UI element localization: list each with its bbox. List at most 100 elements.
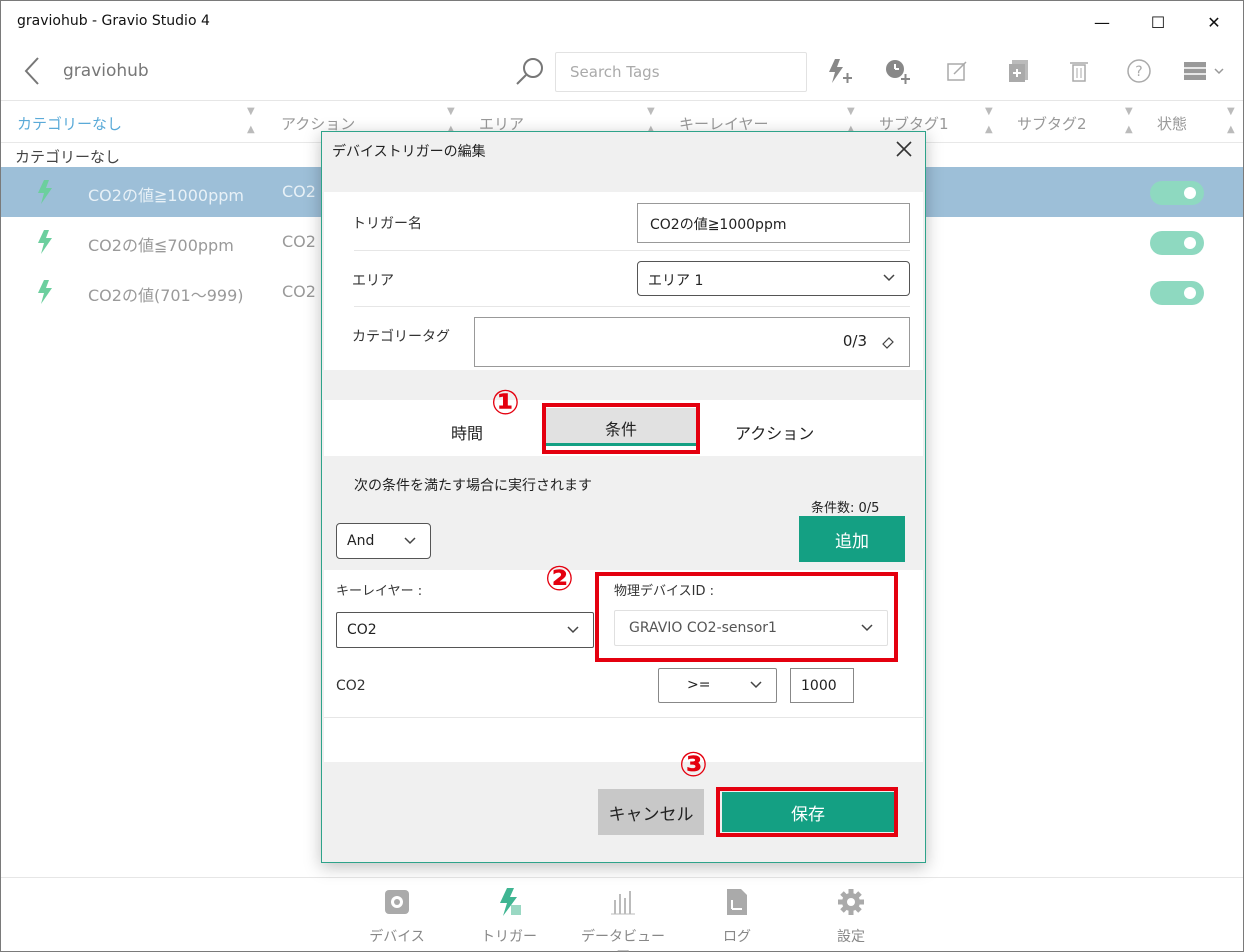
highlight-box-save — [716, 787, 898, 837]
highlight-box-device-id — [595, 572, 898, 662]
trigger-name: CO2の値(701～999) — [88, 286, 244, 305]
area-select-value: エリア 1 — [648, 273, 704, 289]
back-arrow-icon[interactable] — [21, 55, 45, 87]
nav-label: 設定 — [837, 929, 865, 945]
category-tag-input[interactable]: 0/3 — [474, 317, 910, 367]
sort-arrows-icon[interactable]: ▼ ▲ — [1125, 103, 1133, 139]
trigger-bolt-icon — [35, 229, 55, 259]
column-header-category[interactable]: カテゴリーなし — [17, 113, 122, 134]
cancel-button[interactable]: キャンセル — [598, 789, 704, 835]
trigger-icon — [464, 884, 554, 920]
category-tag-count: 0/3 — [842, 332, 867, 350]
add-schedule-icon[interactable] — [881, 55, 913, 87]
tabs-top-band — [324, 370, 923, 400]
area-select[interactable]: エリア 1 — [637, 261, 910, 296]
settings-icon — [806, 884, 896, 920]
app-window: graviohub - Gravio Studio 4 — ☐ ✕ gravio… — [0, 0, 1244, 952]
column-header-subtag2[interactable]: サブタグ2 — [1017, 113, 1087, 134]
toggle-knob — [1184, 287, 1196, 299]
operator-select[interactable]: >= — [658, 668, 777, 703]
title-bar: graviohub - Gravio Studio 4 — ☐ ✕ — [1, 1, 1243, 43]
key-layer-value: CO2 — [347, 622, 377, 638]
dialog-body: トリガー名 CO2の値≧1000ppm エリア エリア 1 カテゴリータグ 0/… — [324, 164, 923, 762]
toggle-knob — [1184, 237, 1196, 249]
status-toggle[interactable] — [1150, 281, 1204, 305]
svg-text:?: ? — [1135, 64, 1142, 80]
close-icon[interactable] — [893, 138, 915, 160]
chevron-down-icon — [883, 271, 895, 283]
condition-description: 次の条件を満たす場合に実行されます — [354, 478, 592, 494]
nav-triggers[interactable]: トリガー — [464, 884, 554, 946]
annotation-number-2: ② — [545, 559, 574, 599]
help-icon[interactable]: ? — [1123, 55, 1155, 87]
threshold-input[interactable]: 1000 — [790, 668, 854, 703]
add-trigger-icon[interactable] — [823, 55, 855, 87]
log-icon — [692, 884, 782, 920]
device-icon — [352, 884, 442, 920]
divider — [354, 250, 910, 251]
search-icon[interactable] — [513, 55, 547, 89]
and-or-value: And — [347, 533, 375, 549]
area-label: エリア — [352, 273, 394, 289]
trigger-action: CO2 — [282, 232, 316, 251]
toolbar: graviohub ? — [1, 43, 1243, 101]
trigger-action: CO2 — [282, 182, 316, 201]
edit-icon[interactable] — [941, 55, 973, 87]
nav-label: トリガー — [481, 929, 537, 945]
dialog-title: デバイストリガーの編集 — [332, 144, 486, 160]
sort-arrows-icon[interactable]: ▼ ▲ — [247, 103, 255, 139]
chevron-down-icon — [750, 678, 762, 690]
sort-arrows-icon[interactable]: ▼ ▲ — [1227, 103, 1235, 139]
toggle-knob — [1184, 187, 1196, 199]
delete-icon[interactable] — [1063, 55, 1095, 87]
trigger-bolt-icon — [35, 179, 55, 209]
bottom-navigation: デバイス トリガー データビューア ログ 設定 — [1, 877, 1243, 952]
breadcrumb: graviohub — [63, 61, 149, 81]
highlight-box-condition-tab — [542, 403, 700, 454]
trigger-name: CO2の値≧1000ppm — [88, 186, 244, 205]
annotation-number-1: ① — [491, 383, 520, 423]
tab-action[interactable]: アクション — [735, 420, 814, 444]
category-tag-label: カテゴリータグ — [352, 329, 450, 345]
edit-trigger-dialog: デバイストリガーの編集 トリガー名 CO2の値≧1000ppm エリア エリア … — [321, 131, 926, 863]
chevron-down-icon — [567, 623, 579, 635]
window-title: graviohub - Gravio Studio 4 — [17, 13, 210, 29]
nav-label: ログ — [723, 929, 751, 945]
dialog-top-band — [324, 164, 923, 192]
trigger-action: CO2 — [282, 282, 316, 301]
annotation-number-3: ③ — [679, 745, 708, 785]
close-window-button[interactable]: ✕ — [1185, 1, 1243, 43]
maximize-button[interactable]: ☐ — [1129, 1, 1187, 43]
sensor-label: CO2 — [336, 678, 366, 694]
condition-count: 条件数: 0/5 — [811, 501, 880, 516]
nav-settings[interactable]: 設定 — [806, 884, 896, 946]
sort-arrows-icon[interactable]: ▼ ▲ — [985, 103, 993, 139]
and-or-select[interactable]: And — [336, 523, 431, 559]
search-input[interactable] — [555, 52, 807, 92]
add-condition-button[interactable]: 追加 — [799, 516, 905, 562]
trigger-name-input[interactable]: CO2の値≧1000ppm — [637, 203, 910, 243]
nav-devices[interactable]: デバイス — [352, 884, 442, 946]
trigger-bolt-icon — [35, 279, 55, 309]
chevron-down-icon — [404, 534, 416, 546]
view-menu-icon[interactable] — [1181, 55, 1229, 87]
nav-log[interactable]: ログ — [692, 884, 782, 946]
nav-label: データビューア — [581, 929, 665, 952]
tab-time[interactable]: 時間 — [451, 420, 483, 444]
group-label: カテゴリーなし — [15, 148, 121, 166]
operator-value: >= — [687, 677, 711, 693]
key-layer-select[interactable]: CO2 — [336, 612, 594, 648]
eraser-icon[interactable] — [881, 334, 895, 353]
divider — [354, 306, 910, 307]
status-toggle[interactable] — [1150, 181, 1204, 205]
key-layer-label: キーレイヤー : — [336, 584, 423, 599]
nav-data-viewer[interactable]: データビューア — [578, 884, 668, 952]
divider — [324, 717, 923, 718]
duplicate-icon[interactable] — [1003, 55, 1035, 87]
chart-icon — [578, 884, 668, 920]
minimize-button[interactable]: — — [1073, 1, 1131, 43]
trigger-name: CO2の値≦700ppm — [88, 236, 234, 255]
status-toggle[interactable] — [1150, 231, 1204, 255]
nav-label: デバイス — [369, 929, 425, 945]
column-header-status[interactable]: 状態 — [1157, 113, 1187, 134]
